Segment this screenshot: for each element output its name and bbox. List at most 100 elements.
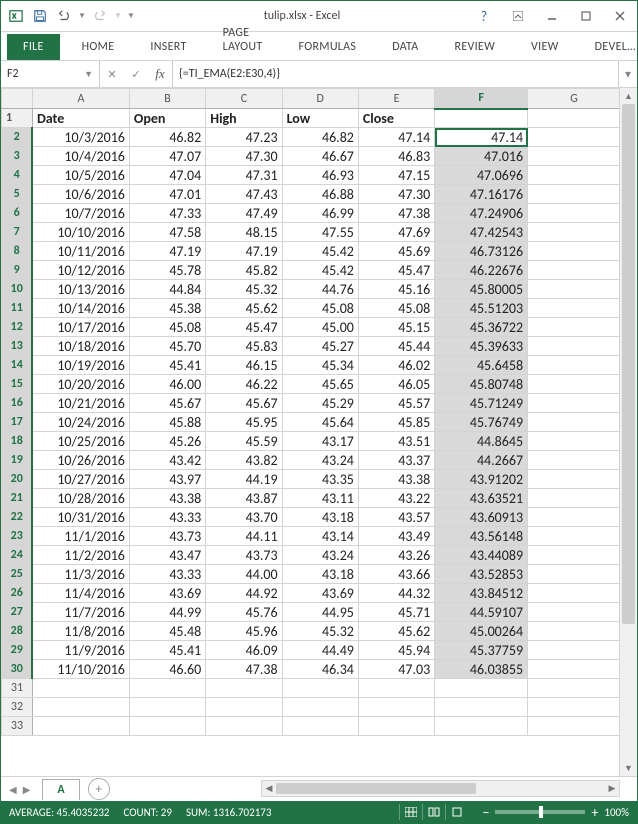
row-header[interactable]: 29 (2, 641, 33, 660)
cell[interactable] (528, 394, 621, 413)
scroll-right-icon[interactable]: ▶ (605, 781, 619, 796)
cell[interactable] (129, 698, 205, 717)
cell[interactable]: 43.52853 (435, 565, 528, 584)
cell[interactable]: 43.38 (129, 489, 205, 508)
cell[interactable]: Open (129, 109, 205, 128)
name-box[interactable]: F2 ▼ (1, 61, 100, 87)
cell[interactable] (528, 185, 621, 204)
cell[interactable]: 47.16176 (435, 185, 528, 204)
cell[interactable] (358, 717, 434, 736)
cell[interactable]: 46.05 (358, 375, 434, 394)
cell[interactable] (528, 261, 621, 280)
cell[interactable]: 45.71249 (435, 394, 528, 413)
row-header[interactable]: 26 (2, 584, 33, 603)
cell[interactable]: 45.47 (206, 318, 282, 337)
help-icon[interactable]: ? (467, 4, 501, 28)
tab-review[interactable]: REVIEW (441, 35, 510, 60)
cell[interactable]: 47.55 (282, 223, 358, 242)
row-header[interactable]: 16 (2, 394, 33, 413)
cell[interactable]: 43.66 (358, 565, 434, 584)
cell[interactable]: 46.99 (282, 204, 358, 223)
cell[interactable]: 46.15 (206, 356, 282, 375)
cell[interactable]: Date (32, 109, 129, 128)
cell[interactable] (528, 375, 621, 394)
insert-function-icon[interactable]: fx (148, 66, 172, 82)
cell[interactable]: 46.22 (206, 375, 282, 394)
cell[interactable]: 45.08 (129, 318, 205, 337)
cell[interactable]: 45.32 (282, 622, 358, 641)
sheet-tab-active[interactable]: A (42, 779, 79, 800)
formula-input[interactable]: {=TI_EMA(E2:E30,4)} (173, 61, 618, 87)
cell[interactable]: 44.99 (129, 603, 205, 622)
cell[interactable]: 47.38 (206, 660, 282, 679)
cell[interactable]: 46.93 (282, 166, 358, 185)
cell[interactable]: 45.76 (206, 603, 282, 622)
cell[interactable] (435, 717, 528, 736)
tab-file[interactable]: FILE (7, 34, 60, 60)
cell[interactable] (528, 242, 621, 261)
row-header[interactable]: 25 (2, 565, 33, 584)
cell[interactable] (435, 679, 528, 698)
row-header[interactable]: 32 (2, 698, 33, 717)
cell[interactable]: 44.59107 (435, 603, 528, 622)
cell[interactable]: 10/20/2016 (32, 375, 129, 394)
cell[interactable]: 44.2667 (435, 451, 528, 470)
cell[interactable]: 47.38 (358, 204, 434, 223)
cell[interactable]: 43.42 (129, 451, 205, 470)
tab-data[interactable]: DATA (378, 35, 432, 60)
cell[interactable]: 43.69 (282, 584, 358, 603)
cell[interactable] (528, 470, 621, 489)
cell[interactable]: 10/24/2016 (32, 413, 129, 432)
cell[interactable]: 45.41 (129, 356, 205, 375)
cell[interactable] (528, 565, 621, 584)
spreadsheet-grid[interactable]: A B C D E F G 1DateOpenHighLowClose210/3… (1, 88, 621, 736)
cell[interactable] (129, 717, 205, 736)
cell[interactable]: 10/11/2016 (32, 242, 129, 261)
cell[interactable]: 47.15 (358, 166, 434, 185)
cell[interactable]: 43.44089 (435, 546, 528, 565)
cell[interactable]: 45.42 (282, 242, 358, 261)
cell[interactable]: 10/25/2016 (32, 432, 129, 451)
cell[interactable] (528, 641, 621, 660)
cell[interactable]: 46.00 (129, 375, 205, 394)
cell[interactable]: Low (282, 109, 358, 128)
cell[interactable]: 10/12/2016 (32, 261, 129, 280)
row-header[interactable]: 28 (2, 622, 33, 641)
cell[interactable] (528, 280, 621, 299)
cell[interactable]: 45.42 (282, 261, 358, 280)
cell[interactable]: 10/13/2016 (32, 280, 129, 299)
cell[interactable] (282, 698, 358, 717)
cell[interactable]: 46.88 (282, 185, 358, 204)
cell[interactable]: 46.03855 (435, 660, 528, 679)
zoom-out-icon[interactable]: − (482, 804, 489, 821)
cell[interactable]: 47.14 (435, 128, 528, 147)
zoom-in-icon[interactable]: + (591, 804, 598, 821)
cell[interactable]: 45.67 (206, 394, 282, 413)
row-header[interactable]: 13 (2, 337, 33, 356)
cell[interactable] (528, 603, 621, 622)
cell[interactable]: 47.03 (358, 660, 434, 679)
row-header[interactable]: 24 (2, 546, 33, 565)
cell[interactable]: 43.33 (129, 565, 205, 584)
cell[interactable] (206, 717, 282, 736)
row-header[interactable]: 20 (2, 470, 33, 489)
cell[interactable]: 47.016 (435, 147, 528, 166)
row-header[interactable]: 33 (2, 717, 33, 736)
cell[interactable]: 11/9/2016 (32, 641, 129, 660)
cell[interactable]: 43.33 (129, 508, 205, 527)
view-page-break-icon[interactable] (445, 804, 468, 820)
cell[interactable]: 45.65 (282, 375, 358, 394)
add-sheet-icon[interactable]: + (88, 778, 110, 800)
cell[interactable]: 43.47 (129, 546, 205, 565)
cell[interactable] (528, 698, 621, 717)
cell[interactable]: 47.69 (358, 223, 434, 242)
tab-page-layout[interactable]: PAGE LAYOUT (209, 21, 277, 60)
cell[interactable]: 45.48 (129, 622, 205, 641)
scroll-up-icon[interactable]: ▲ (620, 88, 637, 104)
row-header[interactable]: 19 (2, 451, 33, 470)
cell[interactable]: 45.29 (282, 394, 358, 413)
row-header[interactable]: 31 (2, 679, 33, 698)
cell[interactable]: 46.73126 (435, 242, 528, 261)
cell[interactable]: 10/31/2016 (32, 508, 129, 527)
row-header[interactable]: 4 (2, 166, 33, 185)
